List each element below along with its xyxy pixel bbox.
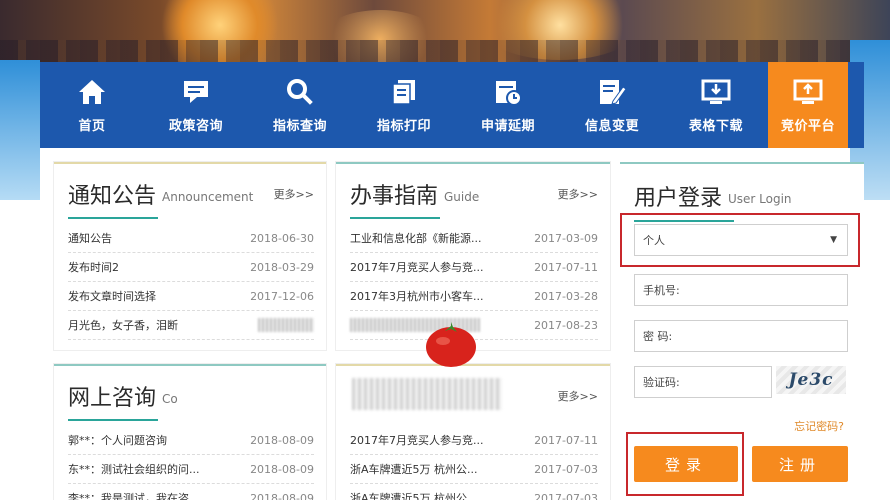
city-banner	[0, 0, 890, 70]
document-stack-icon	[389, 77, 419, 107]
login-subtitle: User Login	[728, 192, 792, 206]
blurred-date	[258, 318, 314, 332]
list-item[interactable]: 工业和信息化部《新能源... 2017-03-09	[350, 224, 598, 253]
panel-subtitle: Announcement	[162, 190, 254, 204]
list-item[interactable]: 李**：我是测试，我在咨... 2018-08-09	[68, 484, 314, 500]
calendar-clock-icon	[493, 77, 523, 107]
select-highlight-box	[620, 213, 860, 267]
list-item[interactable]: 2017年7月竞买人参与竞... 2017-07-11	[350, 426, 598, 455]
home-icon	[77, 77, 107, 107]
panel-subtitle: Guide	[444, 190, 480, 204]
login-highlight-box	[626, 432, 744, 496]
list-item[interactable]: 2017年3月杭州市小客车... 2017-03-28	[350, 282, 598, 311]
forgot-password-link[interactable]: 忘记密码?	[794, 418, 844, 434]
nav-item-form-download[interactable]: 表格下载	[664, 62, 768, 148]
nav-item-extension[interactable]: 申请延期	[456, 62, 560, 148]
nav-label: 指标打印	[376, 118, 431, 134]
decor-band-left	[0, 60, 40, 210]
list-item[interactable]: 东**：测试社会组织的问... 2018-08-09	[68, 455, 314, 484]
password-input[interactable]: 密 码:	[634, 320, 848, 352]
nav-label: 申请延期	[480, 118, 535, 134]
panel-title: 通知公告	[68, 184, 157, 209]
nav-item-home[interactable]: 首页	[40, 62, 144, 148]
list-item[interactable]: 发布时间2 2018-03-29	[68, 253, 314, 282]
main-nav: 首页 政策咨询 指标查询 指标打印 申请延期 信息变更 表格下载 竞价平台	[40, 62, 864, 148]
panel-title: 网上咨询	[68, 386, 157, 411]
panel-subtitle: Co	[162, 392, 178, 406]
nav-item-policy[interactable]: 政策咨询	[144, 62, 248, 148]
consult-panel: 网上咨询 Co 郭**：个人问题咨询 2018-08-09 东**：测试社会组织的…	[54, 364, 326, 500]
nav-label: 信息变更	[584, 118, 639, 134]
monitor-upload-icon	[793, 77, 823, 107]
nav-label: 表格下载	[688, 118, 743, 134]
list-item[interactable]: 浙A车牌遭近5万 杭州公... 2017-07-03	[350, 455, 598, 484]
more-link[interactable]: 更多>>	[274, 186, 314, 202]
search-icon	[285, 77, 315, 107]
chat-bubble-icon	[181, 77, 211, 107]
nav-label: 政策咨询	[168, 118, 223, 134]
list-item[interactable]: 2017年7月竞买人参与竞... 2017-07-11	[350, 253, 598, 282]
monitor-download-icon	[701, 77, 731, 107]
nav-item-index-query[interactable]: 指标查询	[248, 62, 352, 148]
panel-title: 办事指南	[350, 184, 439, 209]
list-item[interactable]: 发布文章时间选择 2017-12-06	[68, 282, 314, 311]
blurred-panel-title	[352, 378, 502, 410]
captcha-image[interactable]: Je3c	[776, 366, 846, 394]
notice-list: 通知公告 2018-06-30 发布时间2 2018-03-29 发布文章时间选择 2…	[68, 224, 314, 340]
captcha-input[interactable]: 验证码:	[634, 366, 772, 398]
list-item[interactable]: 通知公告 2018-06-30	[68, 224, 314, 253]
notice-panel: 通知公告 Announcement 更多>> 通知公告 2018-06-30 发布…	[54, 162, 326, 350]
consult-list: 郭**：个人问题咨询 2018-08-09 东**：测试社会组织的问... 2018…	[68, 426, 314, 500]
register-button[interactable]: 注册	[752, 446, 848, 482]
list-item[interactable]: 郭**：个人问题咨询 2018-08-09	[68, 426, 314, 455]
list-item[interactable]: 月光色，女子香，泪断	[68, 311, 314, 340]
more-link[interactable]: 更多>>	[558, 388, 598, 404]
news-list: 2017年7月竞买人参与竞... 2017-07-11 浙A车牌遭近5万 杭州公.…	[350, 426, 598, 500]
nav-item-index-print[interactable]: 指标打印	[352, 62, 456, 148]
tomato-sticker	[424, 318, 478, 368]
edit-document-icon	[597, 77, 627, 107]
nav-label: 指标查询	[272, 118, 327, 134]
nav-item-info-change[interactable]: 信息变更	[560, 62, 664, 148]
nav-label: 首页	[78, 118, 106, 134]
phone-input[interactable]: 手机号:	[634, 274, 848, 306]
login-title: 用户登录	[634, 186, 723, 211]
nav-label: 竞价平台	[780, 118, 835, 134]
more-link[interactable]: 更多>>	[558, 186, 598, 202]
nav-item-bidding[interactable]: 竞价平台	[768, 62, 848, 148]
list-item[interactable]: 浙A车牌遭近5万 杭州公... 2017-07-03	[350, 484, 598, 500]
